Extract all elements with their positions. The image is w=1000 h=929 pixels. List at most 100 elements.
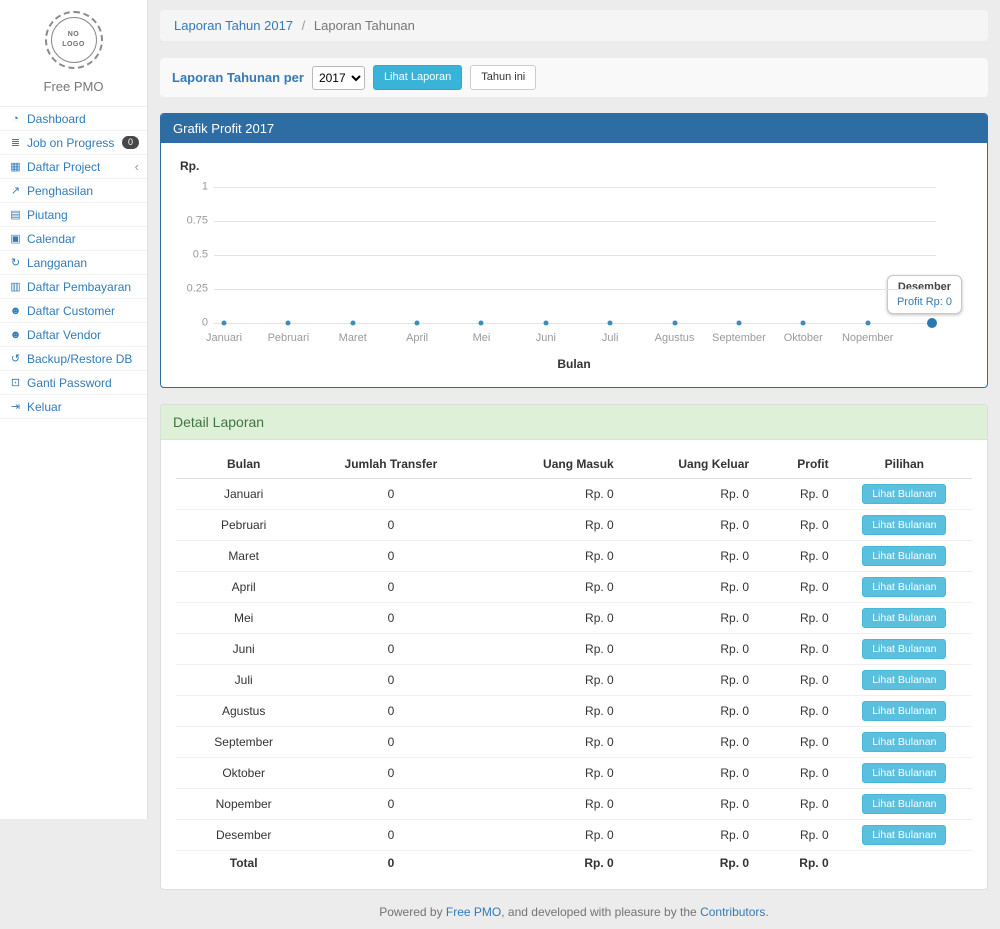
table-row: Maret0Rp. 0Rp. 0Rp. 0Lihat Bulanan — [176, 541, 972, 572]
chart-point-nopember[interactable] — [865, 321, 870, 326]
table-header-row: BulanJumlah TransferUang MasukUang Kelua… — [176, 450, 972, 479]
cell-bulan: Juli — [176, 665, 311, 696]
total-cell-pilihan — [837, 851, 972, 876]
chart-point-desember[interactable] — [927, 318, 937, 328]
x-tick-label: September — [712, 332, 766, 344]
sidebar-item-backup-restore-db[interactable]: ↺ Backup/Restore DB — [0, 347, 147, 371]
users-icon: ☻ — [8, 305, 23, 317]
sidebar-item-daftar-vendor[interactable]: ☻ Daftar Vendor — [0, 323, 147, 347]
cell-transfer: 0 — [311, 572, 470, 603]
sidebar-item-penghasilan[interactable]: ↗ Penghasilan — [0, 179, 147, 203]
cell-transfer: 0 — [311, 541, 470, 572]
sidebar-item-dashboard[interactable]: ◔Dashboard — [0, 107, 147, 131]
tooltip-month: Desember — [897, 281, 952, 293]
cell-pilihan: Lihat Bulanan — [837, 696, 972, 727]
view-monthly-button-mei[interactable]: Lihat Bulanan — [862, 608, 946, 628]
chart-point-april[interactable] — [415, 321, 420, 326]
sidebar-item-label: Penghasilan — [27, 184, 93, 198]
this-year-button[interactable]: Tahun ini — [470, 65, 536, 90]
sidebar-item-langganan[interactable]: ↻Langganan — [0, 251, 147, 275]
cell-keluar: Rp. 0 — [622, 603, 757, 634]
view-monthly-button-april[interactable]: Lihat Bulanan — [862, 577, 946, 597]
view-monthly-button-juni[interactable]: Lihat Bulanan — [862, 639, 946, 659]
view-monthly-button-desember[interactable]: Lihat Bulanan — [862, 825, 946, 845]
view-monthly-button-maret[interactable]: Lihat Bulanan — [862, 546, 946, 566]
footer-link-contributors[interactable]: Contributors — [700, 905, 765, 919]
view-monthly-button-juli[interactable]: Lihat Bulanan — [862, 670, 946, 690]
cell-profit: Rp. 0 — [757, 572, 837, 603]
sidebar: NO LOGO Free PMO ◔Dashboard≣Job on Progr… — [0, 0, 148, 819]
sidebar-item-ganti-password[interactable]: ⊡Ganti Password — [0, 371, 147, 395]
chart-point-september[interactable] — [736, 321, 741, 326]
x-tick-label: Oktober — [784, 332, 823, 344]
cell-masuk: Rp. 0 — [471, 572, 622, 603]
column-header-bulan: Bulan — [176, 450, 311, 479]
chart-point-mei[interactable] — [479, 321, 484, 326]
chart-point-juni[interactable] — [543, 321, 548, 326]
sidebar-item-daftar-pembayaran[interactable]: ▥Daftar Pembayaran — [0, 275, 147, 299]
sidebar-header: NO LOGO Free PMO — [0, 0, 147, 107]
breadcrumb-link-laporan-tahun[interactable]: Laporan Tahun 2017 — [174, 18, 293, 33]
sidebar-item-label: Keluar — [27, 400, 62, 414]
view-monthly-button-pebruari[interactable]: Lihat Bulanan — [862, 515, 946, 535]
sidebar-item-keluar[interactable]: ⇥Keluar — [0, 395, 147, 419]
table-row: September0Rp. 0Rp. 0Rp. 0Lihat Bulanan — [176, 727, 972, 758]
chart-point-agustus[interactable] — [672, 321, 677, 326]
gridline — [214, 221, 936, 222]
column-header-uang-keluar: Uang Keluar — [622, 450, 757, 479]
table-row: Januari0Rp. 0Rp. 0Rp. 0Lihat Bulanan — [176, 479, 972, 510]
chevron-icon: ‹ — [135, 160, 139, 173]
cell-transfer: 0 — [311, 665, 470, 696]
chart-point-maret[interactable] — [350, 321, 355, 326]
cell-keluar: Rp. 0 — [622, 479, 757, 510]
cell-pilihan: Lihat Bulanan — [837, 572, 972, 603]
view-monthly-button-nopember[interactable]: Lihat Bulanan — [862, 794, 946, 814]
cell-pilihan: Lihat Bulanan — [837, 665, 972, 696]
y-tick-label: 0.5 — [193, 249, 208, 261]
cell-keluar: Rp. 0 — [622, 727, 757, 758]
view-monthly-button-oktober[interactable]: Lihat Bulanan — [862, 763, 946, 783]
table-row: Pebruari0Rp. 0Rp. 0Rp. 0Lihat Bulanan — [176, 510, 972, 541]
sidebar-item-calendar[interactable]: ▣Calendar — [0, 227, 147, 251]
sidebar-item-label: Dashboard — [27, 112, 86, 126]
sidebar-item-daftar-customer[interactable]: ☻Daftar Customer — [0, 299, 147, 323]
view-monthly-button-september[interactable]: Lihat Bulanan — [862, 732, 946, 752]
chart-point-juli[interactable] — [608, 321, 613, 326]
gridline — [214, 289, 936, 290]
chart-point-januari[interactable] — [222, 321, 227, 326]
view-monthly-button-januari[interactable]: Lihat Bulanan — [862, 484, 946, 504]
cell-profit: Rp. 0 — [757, 758, 837, 789]
column-header-uang-masuk: Uang Masuk — [471, 450, 622, 479]
database-sync-icon: ↺ — [8, 352, 23, 365]
sidebar-item-label: Backup/Restore DB — [27, 352, 132, 366]
cell-pilihan: Lihat Bulanan — [837, 789, 972, 820]
y-tick-label: 0.25 — [187, 283, 208, 295]
sidebar-item-label: Daftar Vendor — [27, 328, 101, 342]
cell-pilihan: Lihat Bulanan — [837, 479, 972, 510]
users-icon: ☻ — [8, 329, 23, 341]
chart-point-oktober[interactable] — [801, 321, 806, 326]
view-report-button[interactable]: Lihat Laporan — [373, 65, 462, 90]
view-monthly-button-agustus[interactable]: Lihat Bulanan — [862, 701, 946, 721]
total-cell-keluar: Rp. 0 — [622, 851, 757, 876]
table-row: Agustus0Rp. 0Rp. 0Rp. 0Lihat Bulanan — [176, 696, 972, 727]
sidebar-item-job-on-progress[interactable]: ≣Job on Progress0 — [0, 131, 147, 155]
sidebar-item-piutang[interactable]: ▤Piutang — [0, 203, 147, 227]
sidebar-item-daftar-project[interactable]: ▦Daftar Project‹ — [0, 155, 147, 179]
cell-pilihan: Lihat Bulanan — [837, 820, 972, 851]
footer-link-free-pmo[interactable]: Free PMO — [446, 905, 501, 919]
chart-point-pebruari[interactable] — [286, 321, 291, 326]
table-row: Oktober0Rp. 0Rp. 0Rp. 0Lihat Bulanan — [176, 758, 972, 789]
cell-transfer: 0 — [311, 603, 470, 634]
chart-plot: Desember Profit Rp: 0 00.250.50.751Janua… — [224, 187, 932, 323]
chart-body: Rp. Desember Profit Rp: 0 00.250.50.751J… — [161, 143, 987, 387]
x-tick-label: Pebruari — [268, 332, 310, 344]
cell-pilihan: Lihat Bulanan — [837, 727, 972, 758]
cell-masuk: Rp. 0 — [471, 820, 622, 851]
line-chart-icon: ↗ — [8, 184, 23, 197]
cell-transfer: 0 — [311, 479, 470, 510]
table-row: Juli0Rp. 0Rp. 0Rp. 0Lihat Bulanan — [176, 665, 972, 696]
cell-keluar: Rp. 0 — [622, 541, 757, 572]
cell-masuk: Rp. 0 — [471, 479, 622, 510]
year-select[interactable]: 2017 — [312, 66, 365, 90]
